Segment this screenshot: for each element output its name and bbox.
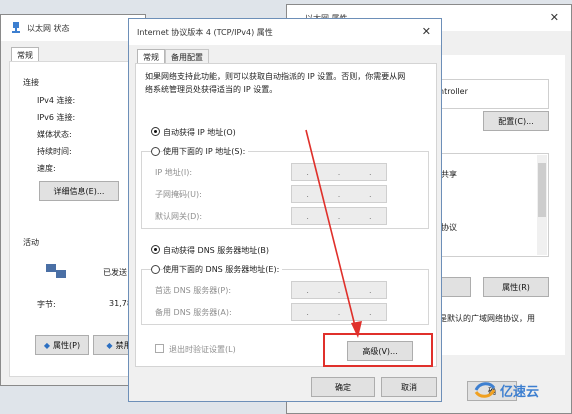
watermark: 亿速云 — [474, 380, 539, 400]
watermark-text: 亿速云 — [500, 384, 540, 400]
logo-icon — [474, 382, 496, 398]
annotation-arrow — [305, 129, 362, 338]
